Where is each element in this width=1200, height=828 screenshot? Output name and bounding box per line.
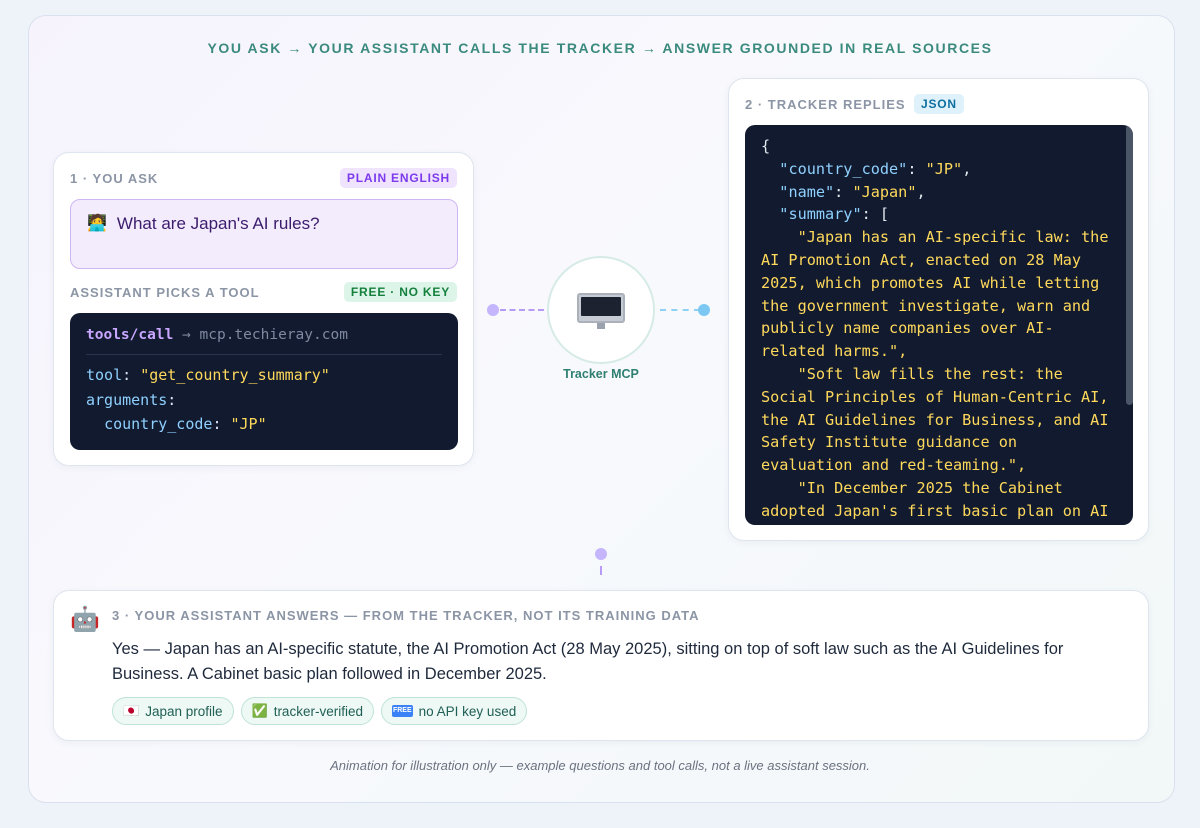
- json-open-brace: {: [761, 137, 771, 155]
- arrow-icon: →: [182, 327, 191, 343]
- tool-key: tool: [86, 366, 123, 384]
- json-summary-item: "Japan has an AI-specific law: the AI Pr…: [761, 228, 1118, 361]
- tool-call-code: tools/call → mcp.techieray.com tool: "ge…: [70, 313, 458, 450]
- free-no-key-badge: FREE · NO KEY: [343, 282, 457, 302]
- json-badge: JSON: [914, 94, 964, 114]
- robot-icon: 🤖: [70, 606, 100, 633]
- tracker-mcp-node: [547, 256, 655, 364]
- json-key-name: "name": [779, 182, 835, 201]
- answer-card: 🤖 3 · YOUR ASSISTANT ANSWERS — FROM THE …: [53, 590, 1149, 741]
- json-key-country-code: "country_code": [779, 159, 908, 178]
- json-value-country-code: "JP": [925, 159, 963, 178]
- tool-call-body: tool: "get_country_summary" arguments: c…: [86, 366, 330, 433]
- ask-card: 1 · YOU ASK PLAIN ENGLISH 🧑‍💻 What are J…: [53, 152, 474, 466]
- tracker-mcp-label: Tracker MCP: [563, 367, 639, 381]
- connector-right: [660, 309, 700, 311]
- plain-english-badge: PLAIN ENGLISH: [339, 168, 457, 188]
- tool-pick-label: ASSISTANT PICKS A TOOL: [70, 285, 260, 300]
- computer-monitor-icon: [577, 293, 625, 329]
- chip-label: no API key used: [418, 703, 517, 719]
- tool-value: "get_country_summary": [140, 366, 330, 384]
- json-key-summary: "summary": [779, 205, 862, 224]
- chip-label: tracker-verified: [273, 703, 363, 719]
- connector-left: [500, 309, 544, 311]
- reply-step-label: 2 · TRACKER REPLIES: [745, 97, 906, 112]
- chip-no-api-key[interactable]: FREE no API key used: [380, 697, 528, 725]
- connector-dot-left: [487, 304, 499, 316]
- question-text: What are Japan's AI rules?: [116, 214, 320, 233]
- json-value-name: "Japan": [852, 182, 917, 201]
- japan-flag-icon: 🇯🇵: [123, 703, 140, 718]
- ask-step-label: 1 · YOU ASK: [70, 171, 159, 186]
- connector-dot-right: [698, 304, 710, 316]
- free-icon: FREE: [391, 705, 413, 717]
- answer-chips: 🇯🇵 Japan profile ✅ tracker-verified FREE…: [112, 697, 528, 725]
- chip-tracker-verified[interactable]: ✅ tracker-verified: [240, 697, 374, 725]
- person-at-laptop-icon: 🧑‍💻: [87, 215, 107, 232]
- country-code-value: "JP": [230, 415, 267, 433]
- chip-japan-profile[interactable]: 🇯🇵 Japan profile: [112, 697, 234, 725]
- flow-headline: YOU ASK → YOUR ASSISTANT CALLS THE TRACK…: [207, 40, 993, 56]
- arguments-key: arguments: [86, 390, 168, 409]
- check-mark-icon: ✅: [251, 703, 268, 718]
- json-summary-item: "In December 2025 the Cabinet adopted Ja…: [761, 478, 1109, 520]
- answer-text: Yes — Japan has an AI-specific statute, …: [112, 640, 1064, 683]
- chip-label: Japan profile: [145, 703, 223, 719]
- tool-call-header: tools/call → mcp.techieray.com: [86, 327, 442, 355]
- connector-dot-bottom: [595, 548, 607, 560]
- json-response[interactable]: { "country_code": "JP", "name": "Japan",…: [745, 125, 1133, 525]
- json-scrollbar[interactable]: [1126, 125, 1133, 405]
- question-bubble: 🧑‍💻 What are Japan's AI rules?: [70, 199, 458, 269]
- tool-call-host: mcp.techieray.com: [199, 327, 348, 343]
- json-summary-item: "Soft law fills the rest: the Social Pri…: [761, 364, 1118, 475]
- connector-bottom: [600, 566, 602, 575]
- tool-call-method: tools/call: [86, 327, 174, 343]
- country-code-key: country_code: [104, 415, 213, 433]
- footnote: Animation for illustration only — exampl…: [330, 758, 870, 773]
- reply-card: 2 · TRACKER REPLIES JSON { "country_code…: [728, 78, 1149, 541]
- answer-step-label: 3 · YOUR ASSISTANT ANSWERS — FROM THE TR…: [112, 608, 700, 623]
